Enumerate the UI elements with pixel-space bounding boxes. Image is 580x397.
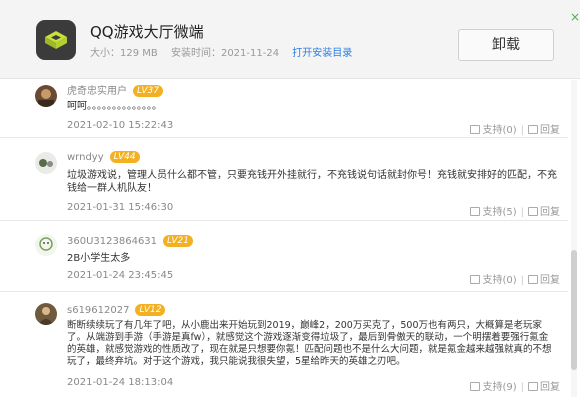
diamond-logo-icon <box>45 31 67 49</box>
comment-item: 虎奇忠实用户 LV37 呵呵。。。。。。。。。。。。。。 2021-02-10 1… <box>0 80 568 138</box>
username[interactable]: s619612027 <box>67 305 129 316</box>
level-badge: LV44 <box>109 151 140 163</box>
app-size: 大小：129 MB <box>90 48 158 59</box>
uninstall-button[interactable]: 卸载 <box>458 29 554 61</box>
reply-button[interactable]: 回复 <box>528 207 560 218</box>
install-time: 安装时间：2021-11-24 <box>170 48 280 59</box>
comment-actions: 支持(0) | 回复 <box>470 121 560 136</box>
app-title: QQ游戏大厅微端 <box>90 23 204 41</box>
like-button[interactable]: 支持(9) <box>470 382 517 393</box>
comment-time: 2021-01-24 18:13:04 <box>67 377 174 388</box>
thumb-up-icon <box>470 125 481 134</box>
username[interactable]: wrndyy <box>67 152 104 163</box>
comment-actions: 支持(9) | 回复 <box>470 378 560 393</box>
comment-user: 360U3123864631 LV21 <box>67 235 193 247</box>
comment-text: 断断续续玩了有几年了吧，从小鹿出来开始玩到2019，巅峰2，200万买克了，50… <box>67 320 552 367</box>
thumb-up-icon <box>470 207 481 216</box>
comment-time: 2021-02-10 15:22:43 <box>67 120 174 131</box>
scrollbar-thumb[interactable] <box>571 250 577 370</box>
app-meta: 大小：129 MB 安装时间：2021-11-24 打开安装目录 <box>90 44 362 59</box>
thumb-up-icon <box>470 275 481 284</box>
user-avatar-icon <box>35 152 57 174</box>
thumb-up-icon <box>470 382 481 391</box>
reply-icon <box>528 207 538 216</box>
avatar[interactable] <box>35 303 57 325</box>
avatar[interactable] <box>35 85 57 107</box>
open-install-dir-link[interactable]: 打开安装目录 <box>292 48 352 59</box>
user-avatar-icon <box>35 234 57 256</box>
reply-icon <box>528 382 538 391</box>
comment-text: 呵呵。。。。。。。。。。。。。。 <box>67 101 162 112</box>
comment-user: 虎奇忠实用户 LV37 <box>67 82 163 97</box>
user-avatar-icon <box>35 85 57 107</box>
comment-actions: 支持(0) | 回复 <box>470 271 560 286</box>
reply-button[interactable]: 回复 <box>528 275 560 286</box>
reply-icon <box>528 125 538 134</box>
comment-item: 360U3123864631 LV21 2B小学生太多 2021-01-24 23… <box>0 222 568 292</box>
reply-icon <box>528 275 538 284</box>
like-button[interactable]: 支持(0) <box>470 275 517 286</box>
app-header: QQ游戏大厅微端 大小：129 MB 安装时间：2021-11-24 打开安装目… <box>0 0 580 79</box>
comment-text: 2B小学生太多 <box>67 253 131 264</box>
level-badge: LV12 <box>135 304 166 316</box>
avatar[interactable] <box>35 152 57 174</box>
level-badge: LV37 <box>133 85 163 97</box>
scrollbar[interactable] <box>571 80 577 397</box>
comment-user: s619612027 LV12 <box>67 304 166 316</box>
comment-user: wrndyy LV44 <box>67 151 140 163</box>
level-badge: LV21 <box>163 235 193 247</box>
comment-list[interactable]: 虎奇忠实用户 LV37 呵呵。。。。。。。。。。。。。。 2021-02-10 1… <box>0 80 580 397</box>
comment-time: 2021-01-31 15:46:30 <box>67 202 174 213</box>
username[interactable]: 虎奇忠实用户 <box>67 86 127 97</box>
avatar[interactable] <box>35 234 57 256</box>
like-button[interactable]: 支持(0) <box>470 125 517 136</box>
comment-item: wrndyy LV44 垃圾游戏说，管理人员什么都不管，只要充钱开外挂就行，不充钱… <box>0 139 568 221</box>
reply-button[interactable]: 回复 <box>528 125 560 136</box>
app-icon <box>36 20 76 60</box>
comment-time: 2021-01-24 23:45:45 <box>67 270 174 281</box>
comment-actions: 支持(5) | 回复 <box>470 203 560 218</box>
close-icon[interactable]: × <box>570 10 580 24</box>
like-button[interactable]: 支持(5) <box>470 207 517 218</box>
username[interactable]: 360U3123864631 <box>67 236 157 247</box>
comment-item: s619612027 LV12 断断续续玩了有几年了吧，从小鹿出来开始玩到2019… <box>0 293 568 397</box>
user-avatar-icon <box>35 303 57 325</box>
reply-button[interactable]: 回复 <box>528 382 560 393</box>
comment-text: 垃圾游戏说，管理人员什么都不管，只要充钱开外挂就行，不充钱说句话就封你号！充钱就… <box>67 170 557 194</box>
